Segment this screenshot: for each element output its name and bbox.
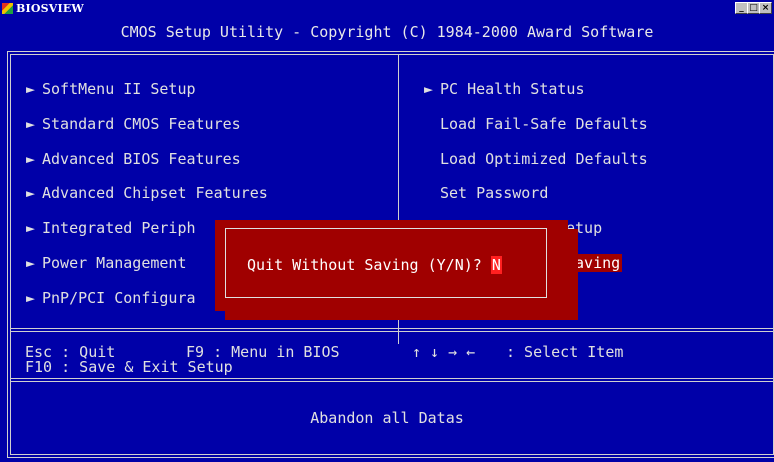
navigation-arrows-icon: ↑ ↓ → ← — [412, 343, 476, 361]
dialog-shadow-right — [568, 229, 578, 320]
help-divider-top-2 — [10, 331, 774, 332]
menu-item-standard-cmos[interactable]: ► Standard CMOS Features — [26, 115, 241, 133]
submenu-arrow-icon: ► — [26, 219, 36, 237]
menu-item-pnp-pci[interactable]: ► PnP/PCI Configura — [26, 289, 196, 307]
submenu-arrow-icon: ► — [26, 184, 36, 202]
menu-item-softmenu[interactable]: ► SoftMenu II Setup — [26, 80, 196, 98]
dialog-prompt: Quit Without Saving (Y/N)? — [247, 256, 482, 274]
dialog-shadow-bottom — [225, 311, 578, 320]
menu-item-power-management[interactable]: ► Power Management — [26, 254, 187, 272]
app-icon — [2, 3, 13, 14]
status-divider-2 — [10, 381, 774, 382]
menu-item-advanced-bios[interactable]: ► Advanced BIOS Features — [26, 150, 241, 168]
help-select-item: : Select Item — [506, 343, 624, 361]
help-f10-save: F10 : Save & Exit Setup — [25, 358, 233, 376]
menu-item-load-failsafe[interactable]: Load Fail-Safe Defaults — [440, 115, 648, 133]
quit-confirm-dialog: Quit Without Saving (Y/N)? N — [215, 220, 568, 311]
close-button[interactable]: × — [759, 2, 772, 14]
bios-screen: CMOS Setup Utility - Copyright (C) 1984-… — [0, 18, 774, 462]
submenu-arrow-icon: ► — [26, 289, 36, 307]
status-divider — [10, 378, 774, 379]
status-description: Abandon all Datas — [310, 409, 464, 427]
bios-header: CMOS Setup Utility - Copyright (C) 1984-… — [120, 23, 654, 41]
submenu-arrow-icon: ► — [26, 150, 36, 168]
menu-item-pc-health[interactable]: ► PC Health Status — [424, 80, 585, 98]
help-divider-top — [10, 328, 774, 329]
menu-item-load-optimized[interactable]: Load Optimized Defaults — [440, 150, 648, 168]
window-titlebar: BIOSVIEW _ □ × — [0, 0, 774, 18]
window-title: BIOSVIEW — [16, 2, 84, 15]
menu-item-advanced-chipset[interactable]: ► Advanced Chipset Features — [26, 184, 268, 202]
dialog-prompt-line: Quit Without Saving (Y/N)? N — [247, 256, 502, 274]
submenu-arrow-icon: ► — [26, 115, 36, 133]
submenu-arrow-icon: ► — [424, 80, 434, 98]
submenu-arrow-icon: ► — [26, 80, 36, 98]
menu-item-integrated-peripherals[interactable]: ► Integrated Periph — [26, 219, 196, 237]
menu-item-set-password[interactable]: Set Password — [440, 184, 548, 202]
dialog-answer-input[interactable]: N — [490, 256, 502, 274]
submenu-arrow-icon: ► — [26, 254, 36, 272]
